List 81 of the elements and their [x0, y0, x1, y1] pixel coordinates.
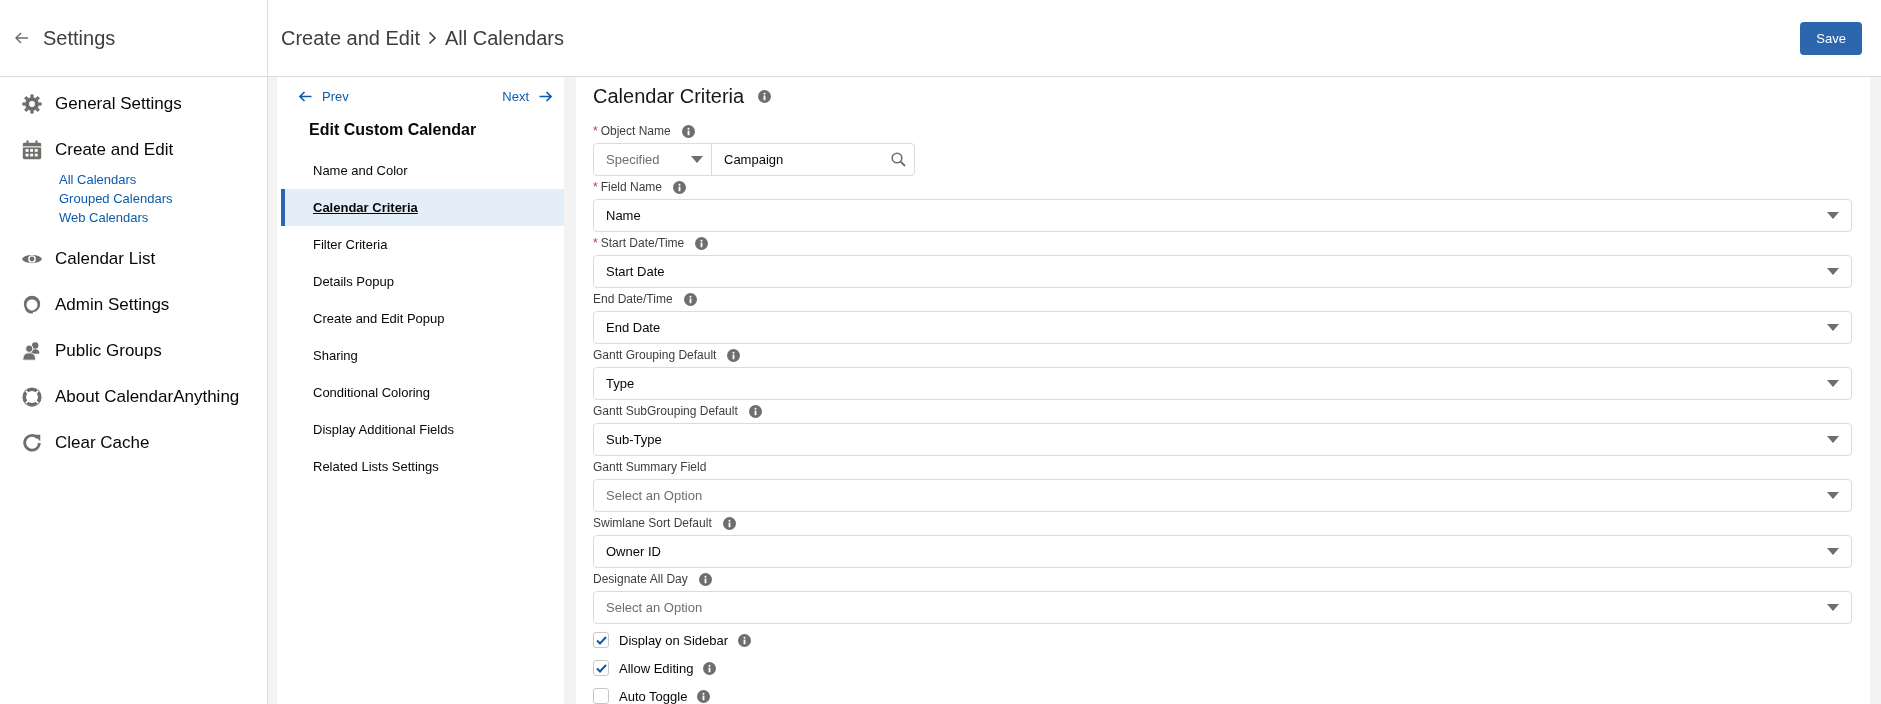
select-field[interactable]: End Date: [593, 311, 1852, 344]
breadcrumb-item: All Calendars: [445, 26, 564, 50]
info-icon[interactable]: [681, 124, 695, 138]
info-icon[interactable]: [697, 689, 711, 703]
sidebar-title: Settings: [43, 26, 116, 50]
select-field[interactable]: Type: [593, 367, 1852, 400]
field-label: Gantt Grouping Default: [593, 348, 717, 362]
back-arrow-icon[interactable]: [15, 32, 29, 44]
calendar-icon: [21, 139, 43, 161]
save-button[interactable]: Save: [1800, 21, 1862, 55]
field-label: Swimlane Sort Default: [593, 516, 712, 530]
info-icon[interactable]: [703, 661, 717, 675]
step-item[interactable]: Details Popup: [281, 263, 564, 300]
breadcrumb-item[interactable]: Create and Edit: [281, 26, 420, 50]
sidebar-item[interactable]: Clear Cache: [0, 429, 156, 457]
info-icon[interactable]: [698, 572, 712, 586]
caret-icon: [1827, 435, 1839, 444]
sidebar-item[interactable]: About CalendarAnything: [0, 383, 246, 411]
info-icon[interactable]: [722, 516, 736, 530]
left-arrow-icon: [299, 91, 312, 102]
sidebar-item[interactable]: General Settings: [0, 90, 188, 118]
caret-icon: [1827, 379, 1839, 388]
step-item[interactable]: Calendar Criteria: [281, 189, 564, 226]
step-item[interactable]: Conditional Coloring: [281, 374, 564, 411]
step-item[interactable]: Display Additional Fields: [281, 411, 564, 448]
caret-icon: [1827, 267, 1839, 276]
info-icon[interactable]: [683, 292, 697, 306]
checkbox-label: Allow Editing: [619, 660, 694, 676]
info-icon[interactable]: [673, 180, 687, 194]
sidebar-item[interactable]: Public Groups: [0, 337, 168, 365]
required-asterisk: *: [593, 236, 598, 250]
sidebar-link[interactable]: Grouped Calendars: [59, 189, 173, 208]
caret-icon: [1827, 491, 1839, 500]
caret-icon: [1827, 323, 1839, 332]
prev-link[interactable]: Prev: [299, 89, 349, 104]
right-arrow-icon: [539, 91, 552, 102]
step-item[interactable]: Name and Color: [281, 152, 564, 189]
sidebar-link[interactable]: All Calendars: [59, 170, 137, 189]
field-label: Gantt SubGrouping Default: [593, 404, 738, 418]
sidebar-item[interactable]: Create and Edit: [0, 136, 180, 164]
step-item[interactable]: Related Lists Settings: [281, 448, 564, 485]
info-icon[interactable]: [727, 348, 741, 362]
checkbox[interactable]: [593, 660, 609, 676]
info-icon[interactable]: [738, 633, 752, 647]
info-icon[interactable]: [748, 404, 762, 418]
select-field[interactable]: Sub-Type: [593, 423, 1852, 456]
required-asterisk: *: [593, 124, 598, 138]
checkbox[interactable]: [593, 688, 609, 704]
steps-title: Edit Custom Calendar: [308, 120, 478, 139]
lifebuoy-icon: [21, 386, 43, 408]
select-field[interactable]: Name: [593, 199, 1852, 232]
sidebar-link[interactable]: Web Calendars: [59, 208, 149, 227]
refresh-icon: [21, 432, 43, 454]
select-field[interactable]: Owner ID: [593, 535, 1852, 568]
next-link[interactable]: Next: [502, 89, 552, 104]
sidebar-item[interactable]: Admin Settings: [0, 291, 176, 319]
select-field[interactable]: Start Date: [593, 255, 1852, 288]
info-icon[interactable]: [758, 89, 772, 103]
field-label: Start Date/Time: [600, 236, 685, 250]
info-icon[interactable]: [695, 236, 709, 250]
chevron-right-icon: [428, 31, 437, 45]
checkbox-label: Display on Sidebar: [619, 632, 729, 648]
field-label: Object Name: [600, 124, 671, 138]
step-item[interactable]: Filter Criteria: [281, 226, 564, 263]
form-title: Calendar Criteria: [593, 84, 745, 108]
sidebar-item[interactable]: Calendar List: [0, 245, 162, 273]
field-label: End Date/Time: [593, 292, 673, 306]
field-label: Designate All Day: [593, 572, 688, 586]
step-item[interactable]: Sharing: [281, 337, 564, 374]
checkbox-label: Auto Toggle: [619, 688, 688, 704]
required-asterisk: *: [593, 180, 598, 194]
caret-icon: [1827, 603, 1839, 612]
select-field[interactable]: Select an Option: [593, 591, 1852, 624]
checkbox[interactable]: [593, 632, 609, 648]
caret-icon: [1827, 211, 1839, 220]
step-item[interactable]: Create and Edit Popup: [281, 300, 564, 337]
select-field[interactable]: Select an Option: [593, 479, 1852, 512]
field-label: Field Name: [600, 180, 663, 194]
gear-icon: [21, 93, 43, 115]
field-label: Gantt Summary Field: [593, 460, 707, 474]
caret-icon: [1827, 547, 1839, 556]
